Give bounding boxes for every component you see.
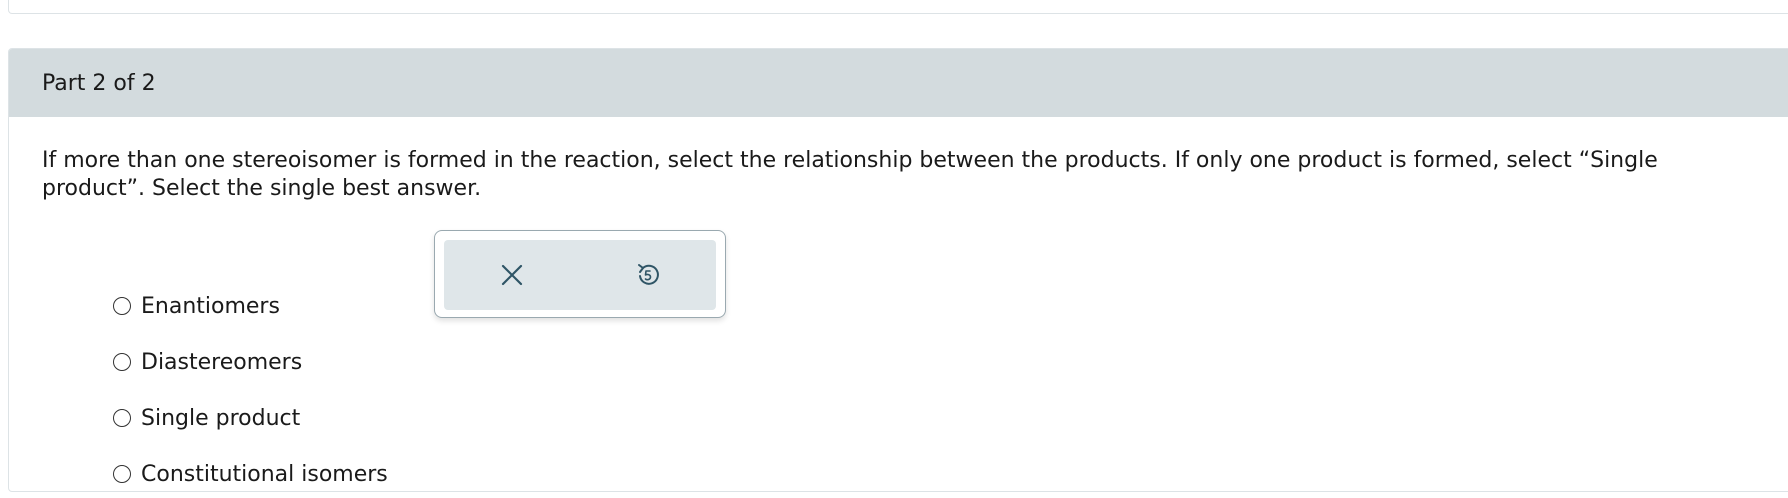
part-header-label: Part 2 of 2 bbox=[42, 70, 156, 96]
option-single-product[interactable]: Single product bbox=[113, 401, 388, 435]
question-text: If more than one stereoisomer is formed … bbox=[42, 148, 1658, 201]
option-diastereomers[interactable]: Diastereomers bbox=[113, 345, 388, 379]
clear-button[interactable] bbox=[490, 253, 534, 297]
option-label: Constitutional isomers bbox=[141, 461, 388, 487]
option-label: Enantiomers bbox=[141, 293, 280, 319]
radio-button[interactable] bbox=[113, 409, 131, 427]
option-enantiomers[interactable]: Enantiomers bbox=[113, 289, 388, 323]
answer-options: Enantiomers Diastereomers Single product… bbox=[113, 289, 388, 491]
radio-button[interactable] bbox=[113, 297, 131, 315]
answer-tools-bar bbox=[444, 240, 716, 310]
previous-part-card bbox=[8, 0, 1788, 14]
undo-icon bbox=[638, 264, 659, 285]
close-icon bbox=[501, 264, 523, 286]
undo-button[interactable] bbox=[626, 253, 670, 297]
radio-button[interactable] bbox=[113, 353, 131, 371]
radio-button[interactable] bbox=[113, 465, 131, 483]
part-header: Part 2 of 2 bbox=[9, 49, 1788, 117]
option-label: Diastereomers bbox=[141, 349, 303, 375]
question-card: Part 2 of 2 If more than one stereoisome… bbox=[8, 48, 1788, 492]
option-label: Single product bbox=[141, 405, 301, 431]
option-constitutional-isomers[interactable]: Constitutional isomers bbox=[113, 457, 388, 491]
answer-tools-popup bbox=[434, 230, 726, 318]
